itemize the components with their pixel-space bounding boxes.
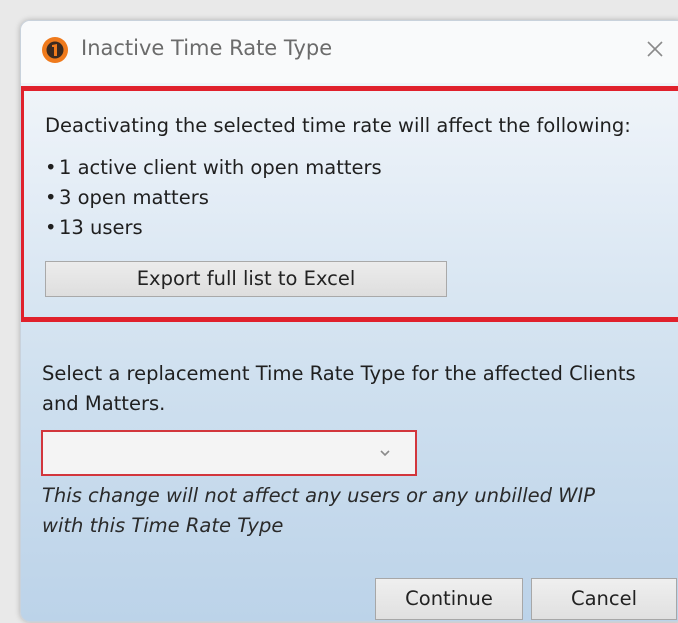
- replacement-note: This change will not affect any users or…: [42, 484, 595, 537]
- list-item: • 13 users: [45, 213, 382, 243]
- replacement-time-rate-select[interactable]: [41, 430, 417, 476]
- window-title: Inactive Time Rate Type: [81, 36, 333, 60]
- app-logo-icon: [41, 36, 69, 64]
- list-item: • 3 open matters: [45, 183, 382, 213]
- impact-item-users: 13 users: [59, 216, 143, 239]
- impact-list: • 1 active client with open matters • 3 op…: [45, 153, 382, 243]
- bullet: •: [45, 186, 57, 209]
- continue-button[interactable]: Continue: [375, 578, 523, 620]
- bullet: •: [45, 156, 57, 179]
- replacement-label: Select a replacement Time Rate Type for …: [42, 362, 636, 415]
- dialog-window: Inactive Time Rate Type Deactivating the…: [20, 20, 678, 622]
- bullet: •: [45, 216, 57, 239]
- close-icon[interactable]: [639, 33, 671, 65]
- title-bar: Inactive Time Rate Type: [21, 21, 678, 83]
- chevron-down-icon: [379, 444, 391, 457]
- impact-item-clients: 1 active client with open matters: [59, 156, 382, 179]
- list-item: • 1 active client with open matters: [45, 153, 382, 183]
- impact-heading: Deactivating the selected time rate will…: [45, 114, 631, 137]
- cancel-button[interactable]: Cancel: [531, 578, 677, 620]
- impact-item-matters: 3 open matters: [59, 186, 209, 209]
- export-to-excel-button[interactable]: Export full list to Excel: [45, 261, 447, 297]
- impact-summary-box: Deactivating the selected time rate will…: [21, 86, 678, 322]
